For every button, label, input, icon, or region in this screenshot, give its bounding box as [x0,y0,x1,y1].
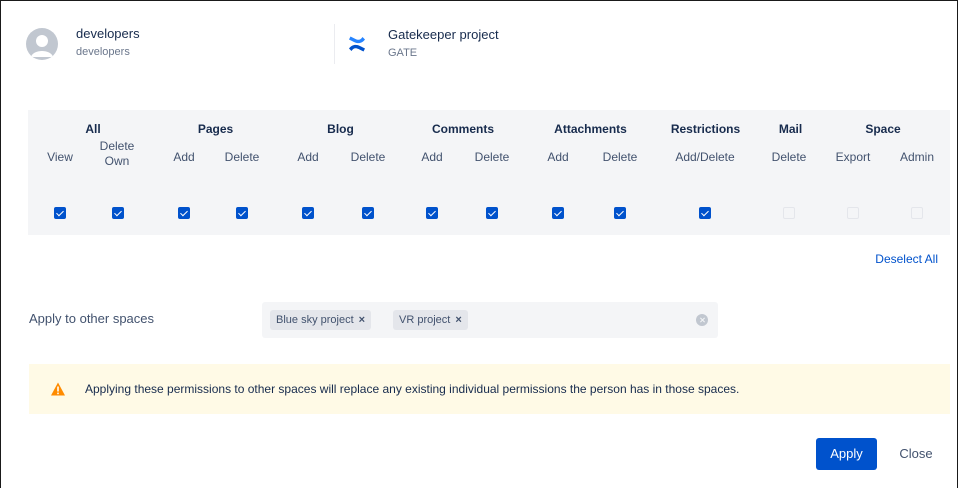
column-space-admin: Admin [899,150,934,164]
checkbox-space-export[interactable] [847,207,859,219]
column-restrictions-add-delete: Add/Delete [675,150,735,164]
column-pages-add: Add [173,150,195,164]
checkbox-comments-add[interactable] [426,207,438,219]
checkbox-restrictions[interactable] [699,207,711,219]
close-button[interactable]: Close [888,438,944,470]
column-blog-delete: Delete [350,150,386,164]
checkbox-comments-delete[interactable] [486,207,498,219]
category-all: All [85,122,101,136]
tag-label: VR project [399,314,451,326]
column-comments-add: Add [421,150,443,164]
space-key: GATE [388,47,418,59]
category-restrictions: Restrictions [670,122,741,136]
group-header: developers developers [26,26,140,60]
spaces-multiselect[interactable]: Blue sky project × VR project × [262,302,718,338]
checkbox-space-admin[interactable] [911,207,923,219]
apply-to-other-spaces-label: Apply to other spaces [29,311,155,326]
column-blog-add: Add [297,150,319,164]
checkbox-blog-add[interactable] [302,207,314,219]
tag-vr-project: VR project × [393,310,468,330]
user-avatar-icon [26,28,58,60]
category-space: Space [865,122,901,136]
checkbox-mail-delete[interactable] [783,207,795,219]
category-blog: Blog [327,122,354,136]
deselect-all-link[interactable]: Deselect All [875,252,938,266]
apply-button[interactable]: Apply [816,438,877,470]
checkbox-view[interactable] [54,207,66,219]
column-space-export: Export [835,150,871,164]
checkbox-pages-add[interactable] [178,207,190,219]
column-attachments-add: Add [547,150,569,164]
permissions-table: All Pages Blog Comments Attachments Rest… [28,110,950,235]
confluence-logo-icon [349,36,365,52]
column-pages-delete: Delete [224,150,260,164]
column-mail-delete: Delete [771,150,807,164]
checkbox-attachments-add[interactable] [552,207,564,219]
clear-selection-icon[interactable] [696,314,708,326]
warning-text: Applying these permissions to other spac… [85,382,740,396]
warning-icon [51,382,65,396]
group-subtitle: developers [76,46,130,58]
tag-label: Blue sky project [276,314,354,326]
remove-tag-icon[interactable]: × [455,314,461,326]
column-attachments-delete: Delete [602,150,638,164]
remove-tag-icon[interactable]: × [359,314,365,326]
checkbox-pages-delete[interactable] [236,207,248,219]
warning-banner: Applying these permissions to other spac… [29,364,950,414]
tag-blue-sky-project: Blue sky project × [270,310,372,330]
space-header: Gatekeeper project GATE [347,27,499,60]
category-comments: Comments [431,122,494,136]
group-name: developers [76,26,140,41]
column-delete-own: Delete Own [99,139,135,168]
header-divider [334,24,335,64]
checkbox-attachments-delete[interactable] [614,207,626,219]
dialog-frame [0,0,958,488]
category-attachments: Attachments [554,122,627,136]
column-view: View [47,150,73,164]
checkbox-blog-delete[interactable] [362,207,374,219]
category-mail: Mail [778,122,803,136]
space-name: Gatekeeper project [388,27,499,42]
category-pages: Pages [197,122,234,136]
column-comments-delete: Delete [474,150,510,164]
checkbox-delete-own[interactable] [112,207,124,219]
